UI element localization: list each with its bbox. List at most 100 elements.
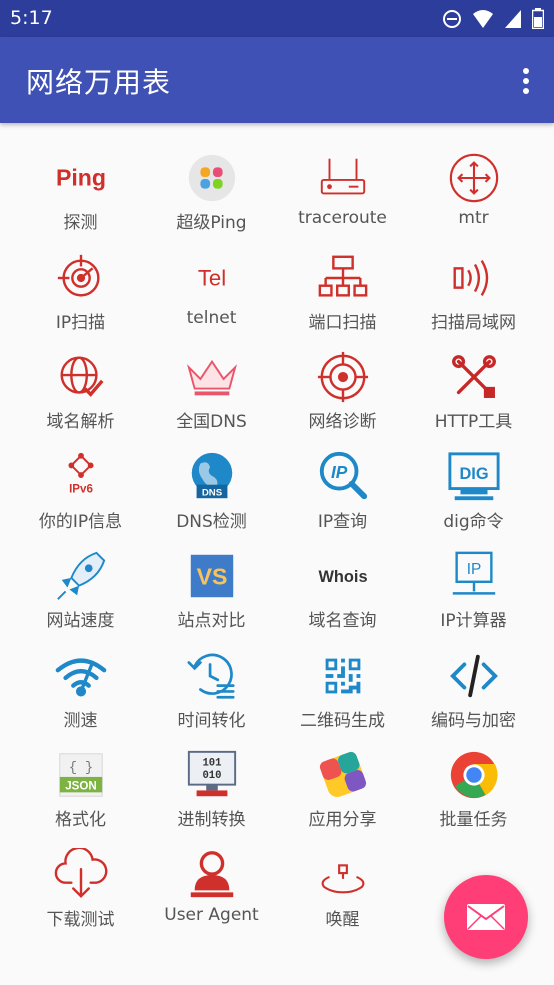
globe-check-icon [53, 349, 109, 405]
tool-label: mtr [458, 208, 489, 228]
tool-label: 二维码生成 [300, 710, 385, 731]
tool-wake[interactable]: 唤醒 [277, 847, 408, 947]
status-bar: 5:17 [0, 0, 554, 37]
tool-label: HTTP工具 [434, 412, 513, 432]
network-tree-icon [315, 250, 371, 306]
tool-label: 批量任务 [439, 810, 508, 830]
svg-text:010: 010 [202, 770, 221, 782]
ip-search-icon: IP [315, 449, 371, 505]
tool-label: 时间转化 [177, 710, 246, 731]
svg-text:DIG: DIG [459, 464, 488, 482]
wake-icon [315, 847, 371, 903]
app-bar: 网络万用表 [0, 37, 554, 123]
tool-app-share[interactable]: 应用分享 [277, 747, 408, 847]
tool-label: 应用分享 [308, 810, 377, 830]
tool-port-scan[interactable]: 端口扫描 [277, 250, 408, 350]
wifi-icon [473, 9, 493, 28]
tool-encode[interactable]: 编码与加密 [408, 648, 539, 748]
tool-ip-calculator[interactable]: IP IP计算器 [408, 548, 539, 648]
wireless-scan-icon [446, 250, 502, 306]
user-agent-icon [184, 847, 240, 903]
tool-download-test[interactable]: 下载测试 [15, 847, 146, 947]
tool-label: traceroute [298, 208, 387, 228]
ip-monitor-icon: IP [446, 548, 502, 604]
tool-base-convert[interactable]: 101 010 进制转换 [146, 747, 277, 847]
svg-text:VS: VS [196, 564, 227, 590]
tool-label: 唤醒 [325, 909, 360, 930]
tool-ip-query[interactable]: IP IP查询 [277, 449, 408, 549]
cloud-download-icon [53, 847, 109, 903]
tool-super-ping[interactable]: 超级Ping [146, 150, 277, 250]
tool-label: DNS检测 [176, 511, 247, 532]
tool-telnet[interactable]: Tel telnet [146, 250, 277, 350]
tool-qr-code[interactable]: 二维码生成 [277, 648, 408, 748]
svg-text:{ }: { } [68, 761, 92, 776]
tool-grid: Ping 探测 超级Ping traceroute mtr IP扫描 Tel t… [15, 150, 539, 946]
whois-icon: Whois [315, 548, 371, 604]
svg-text:Ping: Ping [55, 165, 105, 191]
tool-speed-test[interactable]: 测速 [15, 648, 146, 748]
tool-label: 进制转换 [177, 810, 246, 830]
binary-monitor-icon: 101 010 [184, 747, 240, 803]
router-icon [315, 150, 371, 206]
vs-icon: VS [184, 548, 240, 604]
svg-text:IPv6: IPv6 [69, 483, 93, 495]
tool-label: 端口扫描 [308, 312, 377, 333]
more-options-icon[interactable] [520, 67, 532, 95]
tool-label: 测速 [63, 710, 98, 731]
tool-ip-info[interactable]: IPv6 你的IP信息 [15, 449, 146, 549]
super-ping-icon [184, 150, 240, 206]
telnet-text-icon: Tel [184, 250, 240, 306]
svg-text:IP: IP [466, 561, 481, 578]
tool-ip-scan[interactable]: IP扫描 [15, 250, 146, 350]
battery-icon [532, 8, 544, 29]
tool-label: User Agent [164, 904, 259, 925]
signal-icon [505, 9, 521, 28]
tool-label: 超级Ping [176, 213, 247, 233]
compass-arrows-icon [446, 150, 502, 206]
svg-text:JSON: JSON [65, 780, 97, 792]
tool-lan-scan[interactable]: 扫描局域网 [408, 250, 539, 350]
feedback-fab-button[interactable] [444, 875, 528, 959]
tool-label: telnet [186, 307, 237, 328]
tool-label: 网络诊断 [308, 412, 377, 432]
tools-icon [446, 349, 502, 405]
tool-http[interactable]: HTTP工具 [408, 349, 539, 449]
status-icons [442, 8, 544, 29]
tool-user-agent[interactable]: User Agent [146, 847, 277, 947]
tool-site-speed[interactable]: 网站速度 [15, 548, 146, 648]
ping-text-icon: Ping [53, 150, 109, 206]
clock-history-icon [184, 648, 240, 704]
target-icon [315, 349, 371, 405]
app-title: 网络万用表 [26, 66, 172, 99]
tool-domain-resolve[interactable]: 域名解析 [15, 349, 146, 449]
tool-time-convert[interactable]: 时间转化 [146, 648, 277, 748]
tool-dig[interactable]: DIG dig命令 [408, 449, 539, 549]
svg-text:IP: IP [330, 461, 347, 481]
ipv6-icon: IPv6 [53, 449, 109, 505]
do-not-disturb-icon [443, 9, 461, 28]
tool-net-diagnose[interactable]: 网络诊断 [277, 349, 408, 449]
tool-traceroute[interactable]: traceroute [277, 150, 408, 250]
svg-text:101: 101 [202, 757, 221, 769]
tool-label: 网站速度 [46, 611, 115, 631]
tool-label: 站点对比 [177, 611, 246, 631]
tool-label: 扫描局域网 [431, 312, 516, 333]
tool-mtr[interactable]: mtr [408, 150, 539, 250]
tool-format[interactable]: { } JSON 格式化 [15, 747, 146, 847]
status-time: 5:17 [10, 7, 53, 29]
radar-icon [53, 250, 109, 306]
tool-label: 格式化 [55, 810, 106, 830]
tool-label: dig命令 [443, 511, 504, 532]
tool-batch-tasks[interactable]: 批量任务 [408, 747, 539, 847]
tool-label: 域名查询 [308, 611, 377, 631]
tool-label: 下载测试 [46, 909, 115, 930]
tool-site-compare[interactable]: VS 站点对比 [146, 548, 277, 648]
tool-national-dns[interactable]: 全国DNS [146, 349, 277, 449]
rocket-icon [53, 548, 109, 604]
tool-dns-check[interactable]: DNS DNS检测 [146, 449, 277, 549]
tool-ping[interactable]: Ping 探测 [15, 150, 146, 250]
tool-whois[interactable]: Whois 域名查询 [277, 548, 408, 648]
chrome-icon [446, 747, 502, 803]
dig-monitor-icon: DIG [446, 449, 502, 505]
